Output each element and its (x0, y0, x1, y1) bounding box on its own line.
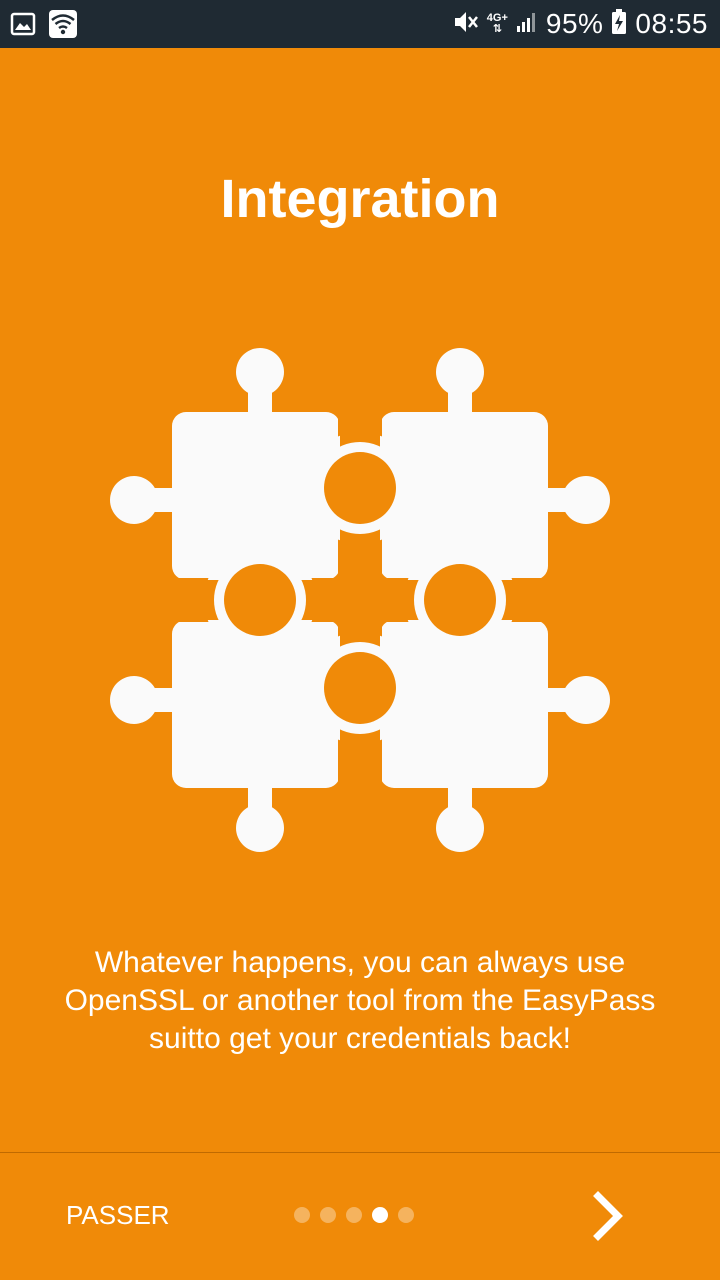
footer-divider (0, 1152, 720, 1153)
puzzle-pieces-icon (100, 340, 620, 860)
chevron-right-icon (593, 1191, 623, 1241)
battery-percent: 95% (545, 8, 604, 39)
clock: 08:55 (635, 8, 708, 39)
skip-button[interactable]: PASSER (66, 1200, 170, 1231)
mute-icon (451, 8, 479, 41)
battery-charging-icon (611, 8, 627, 40)
page-indicator (294, 1207, 414, 1223)
next-button[interactable] (580, 1188, 636, 1244)
page-dot-2[interactable] (320, 1207, 336, 1223)
description-line: suitto get your credentials back! (149, 1022, 571, 1055)
wifi-icon (48, 9, 78, 44)
image-icon (10, 11, 36, 42)
description-line: Whatever happens, you can always use (94, 946, 626, 979)
page-dot-3[interactable] (346, 1207, 362, 1223)
page-dot-4[interactable] (372, 1207, 388, 1223)
data-arrows-icon: ⇅ (492, 23, 502, 35)
network-type-indicator: 4G+ ⇅ (487, 13, 508, 35)
signal-icon (516, 11, 538, 38)
onboarding-description: Whatever happens, you can always use Ope… (40, 944, 680, 1058)
status-bar: 4G+ ⇅ 95% 08:55 (0, 0, 720, 48)
description-line: OpenSSL or another tool from the EasyPas… (64, 984, 656, 1017)
page-title: Integration (220, 169, 500, 229)
page-dot-1[interactable] (294, 1207, 310, 1223)
page-dot-5[interactable] (398, 1207, 414, 1223)
